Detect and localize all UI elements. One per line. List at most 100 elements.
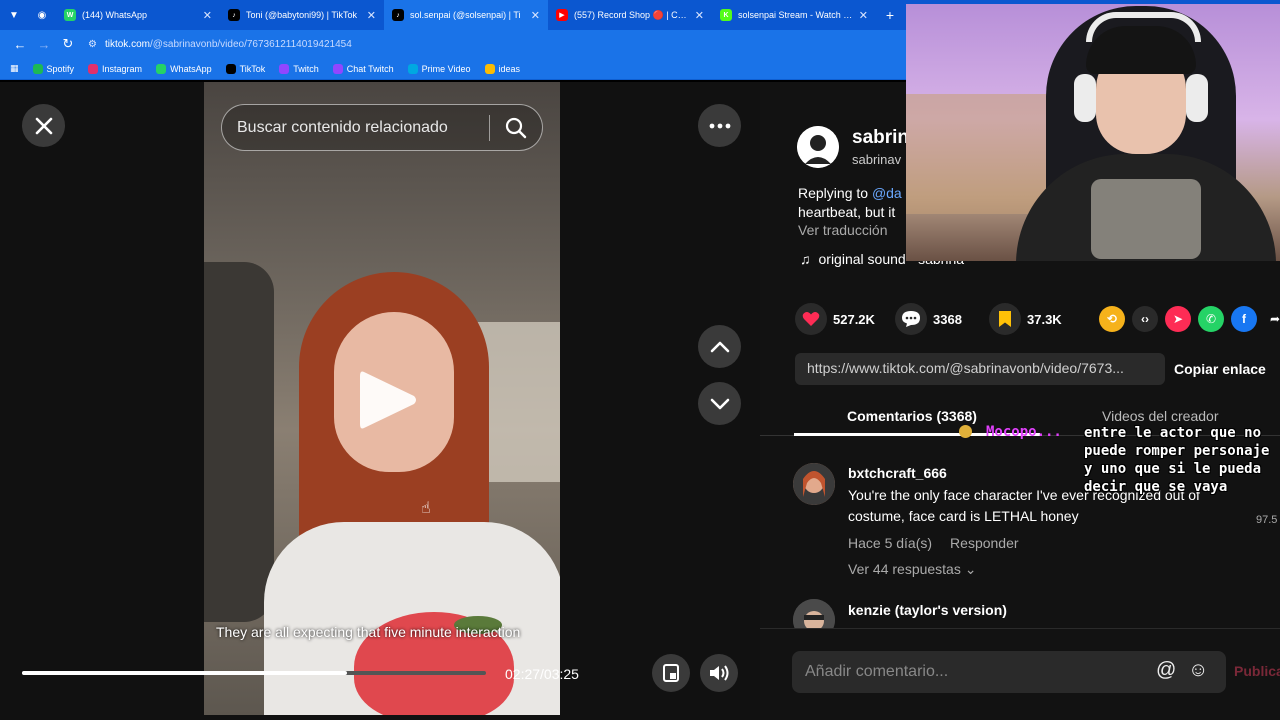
bookmark-label: Spotify bbox=[46, 63, 75, 74]
emoji-icon[interactable]: ☺ bbox=[1188, 659, 1208, 682]
tab-comments[interactable]: Comentarios (3368) bbox=[847, 408, 977, 424]
bookmark-item[interactable]: Spotify bbox=[32, 63, 75, 74]
close-video-button[interactable] bbox=[22, 104, 65, 147]
comment-avatar[interactable] bbox=[793, 463, 835, 505]
video-link-field[interactable]: https://www.tiktok.com/@sabrinavonb/vide… bbox=[795, 353, 1165, 385]
tab-close-icon[interactable]: ✕ bbox=[695, 9, 704, 22]
tab-creator-videos[interactable]: Videos del creador bbox=[1102, 408, 1218, 424]
save-button[interactable]: 37.3K bbox=[989, 303, 1062, 335]
send-share-icon[interactable]: ➤ bbox=[1165, 306, 1191, 332]
bookmark-icon bbox=[484, 63, 495, 74]
forward-icon[interactable]: → bbox=[32, 32, 56, 56]
more-options-button[interactable] bbox=[698, 104, 741, 147]
tab-title: (557) Record Shop 🔴 | Chill a bbox=[574, 9, 689, 20]
like-button[interactable]: 527.2K bbox=[795, 303, 875, 335]
reload-icon[interactable]: ↻ bbox=[56, 32, 80, 56]
comment-like-count: 97.5 bbox=[1256, 514, 1278, 526]
video-progress-bar[interactable] bbox=[22, 671, 486, 675]
heart-icon bbox=[795, 303, 827, 335]
tab-close-icon[interactable]: ✕ bbox=[367, 9, 376, 22]
mention-icon[interactable]: @ bbox=[1156, 659, 1176, 682]
tab-title: sol.senpai (@solsenpai) | Ti bbox=[410, 10, 521, 20]
back-icon[interactable]: ← bbox=[8, 32, 32, 56]
bookmark-item[interactable]: Twitch bbox=[279, 63, 319, 74]
webcam-headset-right bbox=[1186, 74, 1208, 122]
repost-share-icon[interactable]: ⟲ bbox=[1099, 306, 1125, 332]
chevron-down-icon bbox=[710, 398, 729, 409]
bookmark-label: Prime Video bbox=[421, 63, 471, 74]
bookmark-icon bbox=[156, 63, 167, 74]
chevron-up-icon bbox=[710, 341, 729, 352]
author-handle[interactable]: sabrinav bbox=[852, 152, 901, 167]
translate-link[interactable]: Ver traducción bbox=[798, 222, 888, 238]
chat-username: Mocopo... bbox=[986, 424, 1062, 440]
comment-time: Hace 5 día(s) bbox=[848, 535, 933, 551]
next-video-button[interactable] bbox=[698, 382, 741, 425]
view-replies-button[interactable]: Ver 44 respuestas ⌄ bbox=[848, 561, 976, 578]
reply-button[interactable]: Responder bbox=[950, 535, 1019, 551]
replying-prefix: Replying to bbox=[798, 185, 872, 201]
volume-button[interactable] bbox=[700, 654, 738, 692]
comment-count-button[interactable]: 3368 bbox=[895, 303, 962, 335]
browser-tab[interactable]: Ksolsenpai Stream - Watch Live ✕ bbox=[712, 0, 876, 30]
tab-title: solsenpai Stream - Watch Live bbox=[738, 10, 853, 20]
bookmark-item[interactable]: TikTok bbox=[225, 63, 265, 74]
bookmark-icon bbox=[407, 63, 418, 74]
embed-share-icon[interactable]: ‹› bbox=[1132, 306, 1158, 332]
bookmark-item[interactable]: Chat Twitch bbox=[332, 63, 394, 74]
bookmark-item[interactable]: ideas bbox=[484, 63, 520, 74]
replying-mention-link[interactable]: @da bbox=[872, 185, 902, 201]
webcam-room bbox=[906, 94, 1056, 214]
video-progress-fill bbox=[22, 671, 347, 675]
comment-bubble-icon bbox=[895, 303, 927, 335]
chat-message: entre le actor que no puede romper perso… bbox=[1084, 425, 1270, 495]
browser-tab[interactable]: ♪ sol.senpai (@solsenpai) | Ti ✕ bbox=[384, 0, 548, 30]
bookmark-item[interactable]: WhatsApp bbox=[156, 63, 212, 74]
comment-input[interactable]: Añadir comentario... @ ☺ bbox=[792, 651, 1226, 693]
comment-username[interactable]: bxtchcraft_666 bbox=[848, 465, 947, 481]
site-info-icon[interactable]: ⚙ bbox=[88, 39, 97, 50]
comment-username[interactable]: kenzie (taylor's version) bbox=[848, 602, 1007, 618]
bookmark-icon bbox=[32, 63, 43, 74]
pinned-tab-icon[interactable]: ◉ bbox=[28, 0, 56, 30]
url-path: /@sabrinavonb/video/7673612114019421454 bbox=[149, 38, 352, 50]
facebook-share-icon[interactable]: f bbox=[1231, 306, 1257, 332]
screen: ▼ ◉ W (144) WhatsApp ✕ ♪ Toni (@babytoni99) … bbox=[0, 0, 1280, 720]
browser-tab[interactable]: ♪ Toni (@babytoni99) | TikTok ✕ bbox=[220, 0, 384, 30]
bookmark-item[interactable]: Prime Video bbox=[407, 63, 471, 74]
tab-search-icon[interactable]: ▼ bbox=[0, 0, 28, 30]
bookmark-item[interactable]: Instagram bbox=[88, 63, 142, 74]
whatsapp-share-icon[interactable]: ✆ bbox=[1198, 306, 1224, 332]
apps-grid-icon[interactable]: ▦ bbox=[10, 63, 19, 74]
url-host: tiktok.com bbox=[104, 38, 150, 50]
copy-link-button[interactable]: Copiar enlace bbox=[1174, 361, 1266, 377]
browser-tab[interactable]: W (144) WhatsApp ✕ bbox=[56, 0, 220, 30]
tab-close-icon[interactable]: ✕ bbox=[859, 9, 868, 22]
tab-favicon-icon: ♪ bbox=[228, 9, 240, 21]
chevron-down-icon: ⌄ bbox=[964, 561, 977, 577]
browser-tab[interactable]: ▶ (557) Record Shop 🔴 | Chill a ✕ bbox=[548, 0, 712, 30]
publish-button[interactable]: Publicar bbox=[1234, 663, 1280, 679]
bookmark-icon bbox=[225, 63, 236, 74]
tab-favicon-icon: ▶ bbox=[556, 9, 568, 21]
comment-meta: Hace 5 día(s) Responder bbox=[848, 535, 1019, 551]
related-search-placeholder: Buscar contenido relacionado bbox=[237, 118, 448, 136]
related-search-field[interactable]: Buscar contenido relacionado bbox=[221, 104, 543, 151]
author-avatar[interactable] bbox=[797, 126, 839, 168]
floating-player-button[interactable] bbox=[652, 654, 690, 692]
search-icon[interactable] bbox=[490, 104, 542, 151]
bookmark-icon bbox=[88, 63, 99, 74]
tab-favicon-icon: W bbox=[64, 9, 76, 21]
author-name[interactable]: sabrin bbox=[852, 127, 909, 149]
webcam-headset-left bbox=[1074, 74, 1096, 122]
tab-title: Toni (@babytoni99) | TikTok bbox=[246, 10, 358, 20]
previous-video-button[interactable] bbox=[698, 325, 741, 368]
tab-close-icon[interactable]: ✕ bbox=[531, 9, 540, 22]
music-note-icon: ♫ bbox=[800, 251, 811, 267]
video-caption: They are all expecting that five minute … bbox=[216, 624, 521, 640]
video-time: 02:27/03:25 bbox=[505, 666, 579, 682]
tab-title: (144) WhatsApp bbox=[82, 10, 148, 20]
new-tab-button[interactable]: + bbox=[876, 0, 904, 30]
tab-close-icon[interactable]: ✕ bbox=[203, 9, 212, 22]
play-icon[interactable] bbox=[358, 368, 418, 432]
